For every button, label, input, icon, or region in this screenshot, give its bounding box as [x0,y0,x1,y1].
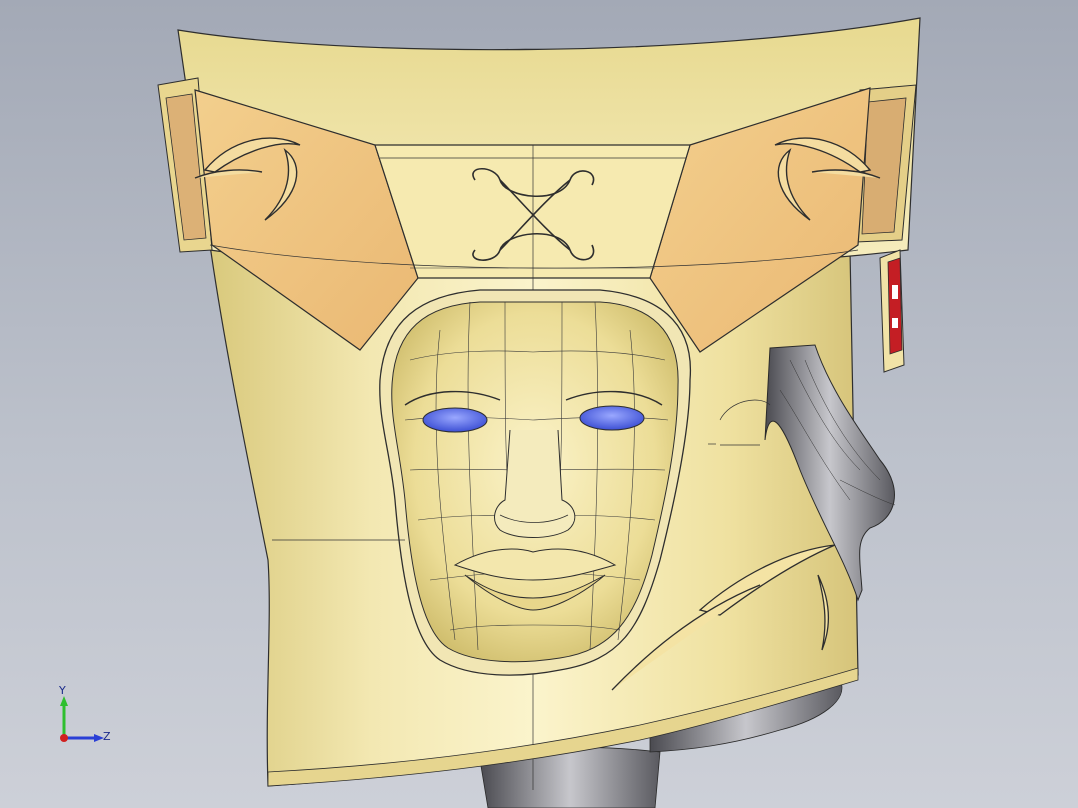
helmet-model[interactable] [0,0,1078,808]
axis-triad: Y Z [50,684,120,752]
right-eye [579,405,645,431]
side-emblem [879,249,905,373]
y-axis-label: Y [59,684,66,697]
origin-dot [60,734,68,742]
z-axis-label: Z [103,730,111,743]
left-eye [422,407,488,433]
3d-viewport[interactable]: Y Z [0,0,1078,808]
center-plate [374,144,691,279]
